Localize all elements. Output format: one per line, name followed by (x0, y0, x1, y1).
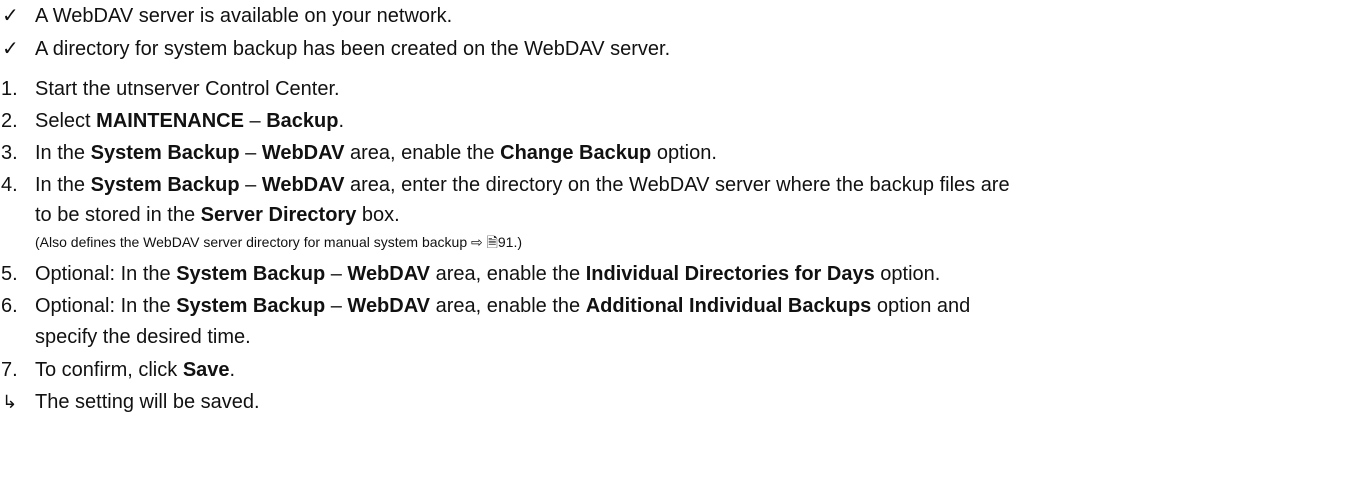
prerequisite-text: A WebDAV server is available on your net… (35, 5, 453, 27)
step-text: In the System Backup – WebDAV area, enab… (35, 142, 717, 164)
step-number: 2. (1, 110, 18, 132)
step-text: To confirm, click Save. (35, 359, 236, 381)
checkmark-icon: ✓ (2, 5, 19, 27)
step-text: Optional: In the System Backup – WebDAV … (35, 295, 971, 317)
note-text: (Also defines the WebDAV server director… (35, 234, 522, 250)
step-text: Select MAINTENANCE – Backup. (35, 110, 344, 132)
checkmark-icon: ✓ (2, 38, 19, 60)
step-number: 1. (1, 78, 18, 100)
step-number: 7. (1, 359, 18, 381)
step-number: 5. (1, 263, 18, 285)
result-arrow-icon: ↳ (2, 392, 18, 412)
step-text: Optional: In the System Backup – WebDAV … (35, 263, 941, 285)
prerequisite-text: A directory for system backup has been c… (35, 38, 671, 60)
step-text: In the System Backup – WebDAV area, ente… (35, 174, 1010, 196)
menu-item-label: Backup (266, 110, 339, 132)
instruction-page: ✓ A WebDAV server is available on your n… (0, 0, 1365, 491)
result-text: The setting will be saved. (35, 391, 260, 413)
step-text: Start the utnserver Control Center. (35, 78, 340, 100)
menu-label: MAINTENANCE (96, 110, 244, 132)
step-number: 4. (1, 174, 18, 196)
step-text: to be stored in the Server Directory box… (35, 204, 400, 226)
step-number: 3. (1, 142, 18, 164)
step-text: specify the desired time. (35, 326, 251, 348)
step-number: 6. (1, 295, 18, 317)
save-label: Save (182, 359, 230, 381)
